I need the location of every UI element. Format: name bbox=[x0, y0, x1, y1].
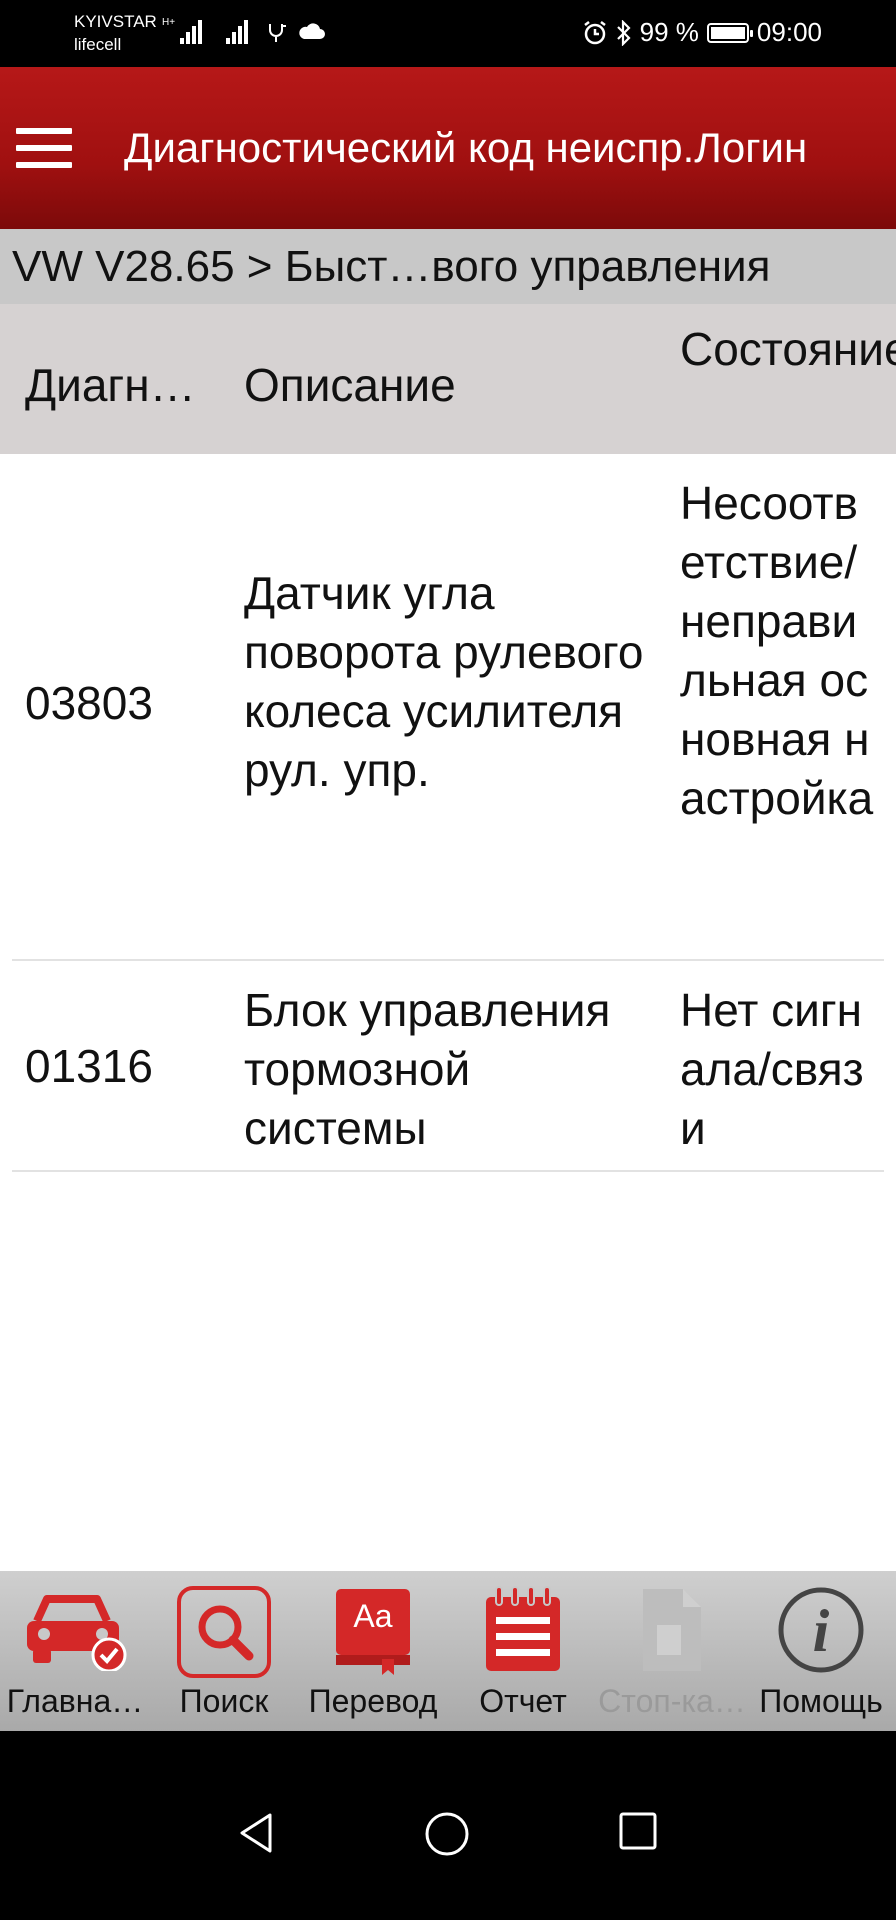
car-check-icon bbox=[27, 1595, 127, 1671]
toolbar-label: Перевод bbox=[308, 1683, 438, 1719]
system-nav-bar bbox=[0, 1731, 896, 1920]
column-header-description[interactable]: Описание bbox=[244, 356, 456, 414]
toolbar-report-button[interactable]: Отчет bbox=[448, 1571, 598, 1731]
signal-strength-icon: H+ bbox=[162, 17, 202, 44]
battery-icon bbox=[706, 22, 753, 43]
main-content: VW V28.65 > Быст…вого управления Диагн… … bbox=[0, 229, 896, 1571]
table-row[interactable]: 01316 Блок управления тормозной системы … bbox=[12, 961, 884, 1172]
table-header: Диагн… Описание Состояние bbox=[0, 304, 896, 454]
usb-debug-icon bbox=[269, 24, 286, 42]
page-title: Диагностический код неиспр.Логин bbox=[124, 124, 808, 171]
toolbar-label: Отчет bbox=[479, 1683, 567, 1719]
recent-apps-icon[interactable] bbox=[618, 1811, 658, 1851]
table-row[interactable]: 03803 Датчик угла поворота рулевого коле… bbox=[12, 454, 884, 961]
battery-percent: 99 % bbox=[639, 17, 699, 47]
toolbar-label: Главна… bbox=[6, 1683, 144, 1719]
toolbar-home-button[interactable]: Главна… bbox=[0, 1571, 150, 1731]
cloud-icon bbox=[299, 23, 325, 39]
carrier-primary: KYIVSTAR bbox=[74, 12, 157, 31]
app-bar: Диагностический код неиспр.Логин bbox=[0, 67, 896, 229]
bluetooth-icon bbox=[616, 19, 631, 46]
dtc-status: Несоответствие/неправильная основная нас… bbox=[680, 477, 874, 824]
info-help-icon: i bbox=[778, 1587, 864, 1673]
svg-text:i: i bbox=[813, 1598, 830, 1664]
freeze-frame-document-icon bbox=[643, 1589, 701, 1671]
column-header-status[interactable]: Состояние bbox=[680, 320, 896, 378]
svg-text:Aa: Aa bbox=[353, 1598, 392, 1634]
dtc-status: Нет сигнала/связи bbox=[680, 984, 864, 1154]
status-bar: KYIVSTAR lifecell H+ 99 % 09:00 bbox=[0, 0, 896, 67]
toolbar-search-button[interactable]: Поиск bbox=[149, 1571, 299, 1731]
status-right-group: 99 % 09:00 bbox=[582, 17, 822, 48]
back-icon[interactable] bbox=[236, 1811, 276, 1855]
dtc-description: Блок управления тормозной системы bbox=[244, 984, 611, 1154]
toolbar-freeze-frame-button[interactable]: Стоп-ка… bbox=[597, 1571, 747, 1731]
report-notepad-icon bbox=[486, 1586, 560, 1671]
toolbar-translate-button[interactable]: Aa Перевод bbox=[298, 1571, 448, 1731]
bottom-toolbar: Главна… Поиск Aa Перевод Отчет Стоп-ка… … bbox=[0, 1571, 896, 1731]
dtc-code: 01316 bbox=[25, 1040, 153, 1092]
network-type-label: H+ bbox=[162, 17, 175, 28]
breadcrumb: VW V28.65 > Быст…вого управления bbox=[0, 229, 896, 304]
toolbar-label: Поиск bbox=[179, 1683, 269, 1719]
alarm-icon bbox=[583, 20, 606, 44]
translate-book-icon: Aa bbox=[336, 1589, 410, 1675]
search-icon bbox=[177, 1586, 271, 1678]
carrier-secondary: lifecell bbox=[74, 35, 122, 54]
home-icon[interactable] bbox=[424, 1811, 470, 1857]
dtc-description: Датчик угла поворота рулевого колеса уси… bbox=[244, 567, 644, 796]
clock: 09:00 bbox=[756, 17, 822, 47]
toolbar-label: Стоп-ка… bbox=[598, 1683, 746, 1719]
dtc-code: 03803 bbox=[25, 677, 153, 729]
signal-strength-icon-2 bbox=[226, 20, 248, 44]
toolbar-label: Помощь bbox=[759, 1683, 883, 1719]
toolbar-help-button[interactable]: i Помощь bbox=[746, 1571, 896, 1731]
column-header-code[interactable]: Диагн… bbox=[25, 356, 196, 414]
menu-icon[interactable] bbox=[16, 128, 72, 168]
carrier-names: KYIVSTAR lifecell bbox=[74, 10, 157, 56]
